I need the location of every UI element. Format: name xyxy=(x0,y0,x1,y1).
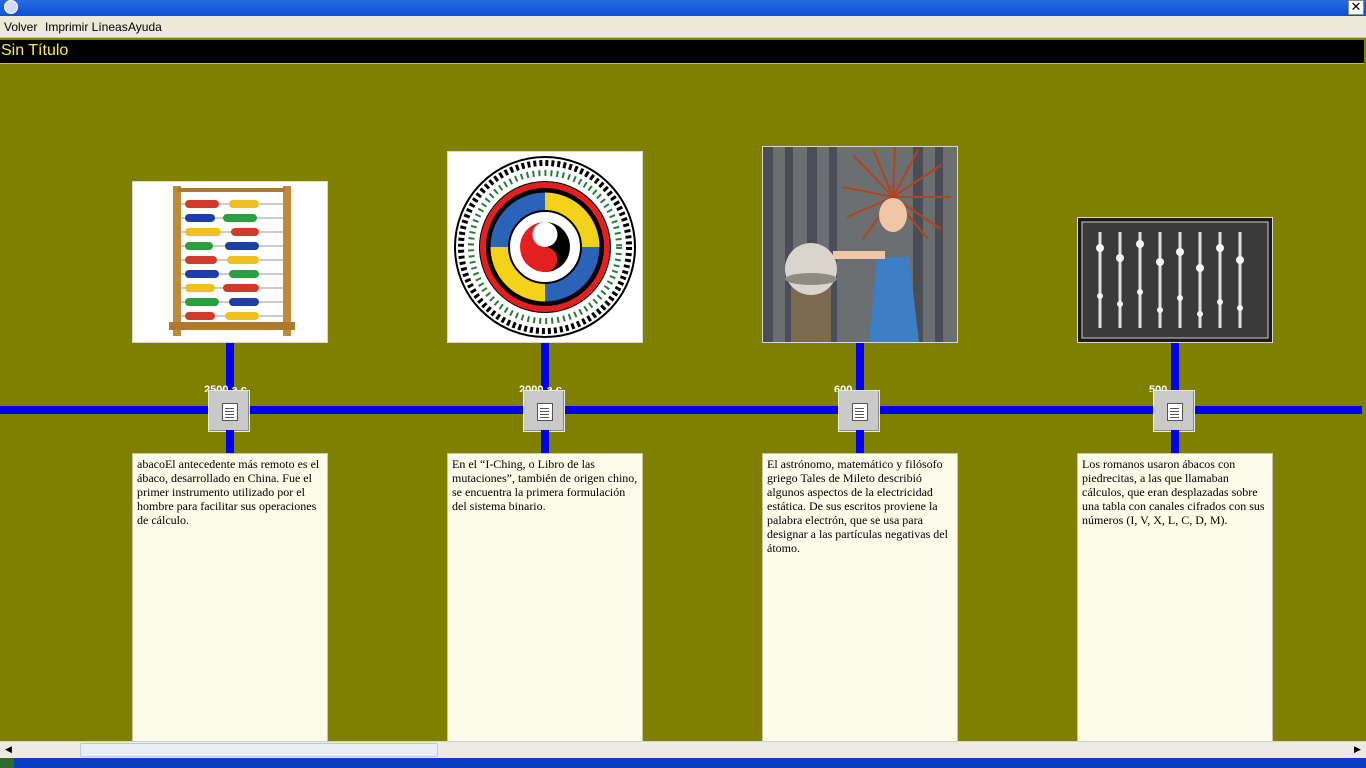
scroll-right-icon[interactable]: ▶ xyxy=(1349,742,1366,758)
menu-volver[interactable]: Volver xyxy=(4,20,37,34)
event-node-button[interactable] xyxy=(838,390,880,432)
timeline-event: 500 Los romanos usaron ábacos con piedre… xyxy=(1077,0,1273,768)
static-electricity-picture xyxy=(763,147,957,342)
i-ching-picture xyxy=(448,152,642,342)
document-icon xyxy=(852,403,868,421)
event-description: abacoEl antecedente más remoto es el ába… xyxy=(132,453,328,743)
document-icon xyxy=(222,403,238,421)
roman-abacus-image[interactable] xyxy=(1077,217,1273,343)
document-icon xyxy=(1167,403,1183,421)
connector-line xyxy=(226,430,234,454)
event-node-button[interactable] xyxy=(1153,390,1195,432)
connector-line xyxy=(856,430,864,454)
abacus-image[interactable] xyxy=(132,181,328,343)
abacus-picture xyxy=(133,182,327,342)
roman-abacus-picture xyxy=(1078,218,1272,342)
connector-line xyxy=(1171,430,1179,454)
i-ching-image[interactable] xyxy=(447,151,643,343)
event-node-button[interactable] xyxy=(523,390,565,432)
document-icon xyxy=(537,403,553,421)
timeline-event: 600 El astrónomo, matemático y filósofo … xyxy=(762,0,958,768)
scrollbar-thumb[interactable] xyxy=(80,743,438,757)
event-node-button[interactable] xyxy=(208,390,250,432)
timeline-event: 2500 a.c abacoEl antecedente más remoto … xyxy=(132,0,328,768)
event-description: En el “I-Ching, o Libro de las mutacione… xyxy=(447,453,643,743)
document-title: Sin Título xyxy=(1,42,69,59)
taskbar-edge xyxy=(0,758,1366,768)
static-electricity-image[interactable] xyxy=(762,146,958,343)
menu-imprimir-lineas[interactable]: Imprimir Líneas xyxy=(45,20,128,34)
horizontal-scrollbar[interactable]: ◀ ▶ xyxy=(0,741,1366,758)
app-icon xyxy=(4,0,18,14)
event-description: Los romanos usaron ábacos con piedrecita… xyxy=(1077,453,1273,743)
event-description: El astrónomo, matemático y filósofo grie… xyxy=(762,453,958,743)
close-button[interactable]: ✕ xyxy=(1348,0,1364,15)
timeline-event: 2000 a.c En el “I-Ching, o Libro de las … xyxy=(447,0,643,768)
scroll-left-icon[interactable]: ◀ xyxy=(0,742,17,758)
connector-line xyxy=(541,430,549,454)
